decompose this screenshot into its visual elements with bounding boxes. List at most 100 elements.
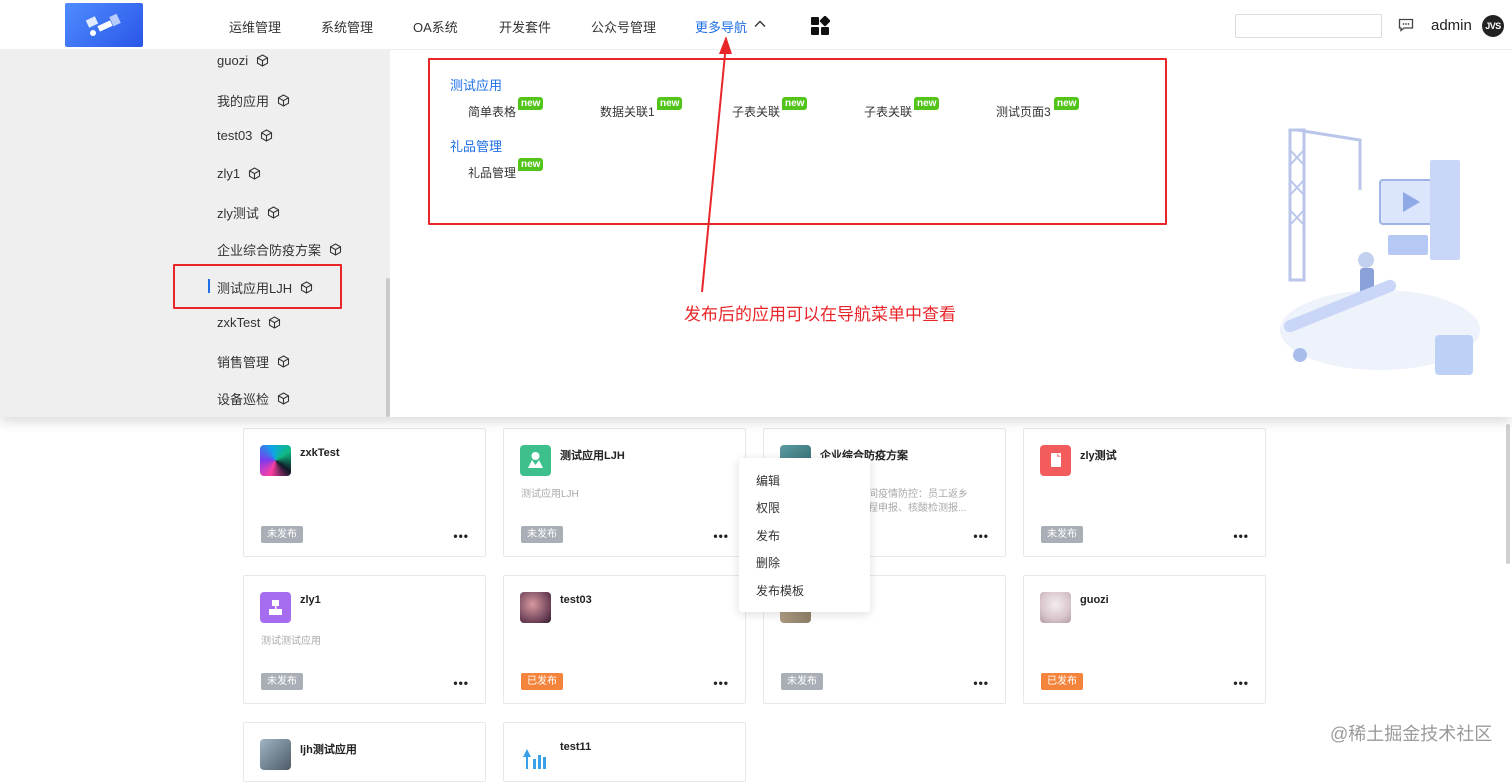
app-card[interactable]: zly测试 未发布 ••• [1023, 428, 1266, 557]
sidebar-item-zly1[interactable]: zly1 [217, 166, 261, 181]
more-icon[interactable]: ••• [973, 677, 989, 689]
sidebar-item-label: 销售管理 [217, 355, 270, 370]
app-link-subtable-relation-2[interactable]: 子表关联 [864, 103, 912, 120]
sidebar-scrollbar[interactable] [386, 278, 390, 417]
sidebar-item-my-apps[interactable]: 我的应用 [217, 91, 290, 110]
chevron-up-icon[interactable] [754, 18, 766, 30]
app-grid-icon[interactable] [810, 16, 830, 36]
nav-ops[interactable]: 运维管理 [229, 17, 281, 36]
status-badge: 未发布 [781, 673, 823, 690]
app-card-desc: 测试测试应用 [261, 636, 321, 647]
menu-item-publish[interactable]: 发布 [756, 527, 780, 544]
app-card[interactable]: ljh测试应用 [243, 722, 486, 782]
new-badge: new [914, 97, 940, 110]
cube-icon [249, 167, 261, 180]
nav-system[interactable]: 系统管理 [321, 17, 373, 36]
highlight-box-selected-app [173, 264, 342, 309]
app-card-title: zxkTest [300, 447, 340, 459]
app-thumbnail [1040, 592, 1071, 623]
menu-item-delete[interactable]: 删除 [756, 554, 780, 571]
more-icon[interactable]: ••• [973, 530, 989, 542]
new-badge: new [782, 97, 808, 110]
cube-icon [329, 243, 342, 256]
more-icon[interactable]: ••• [713, 677, 729, 689]
cube-icon [267, 206, 279, 219]
sidebar-item-guozi[interactable]: guozi [217, 53, 269, 68]
new-badge: new [1054, 97, 1080, 110]
app-link-test-page-3[interactable]: 测试页面3 [996, 103, 1051, 120]
annotation-arrow [701, 36, 732, 293]
cube-icon [257, 54, 269, 67]
app-icon [520, 739, 551, 770]
group-title-test-app: 测试应用 [450, 78, 503, 93]
app-card[interactable]: guozi 已发布 ••• [1023, 575, 1266, 704]
sidebar-item-label: zly1 [217, 166, 241, 181]
sidebar-item-zxktest[interactable]: zxkTest [217, 315, 281, 330]
cube-icon [277, 392, 290, 405]
search-input[interactable] [1235, 14, 1382, 38]
group-title-gift: 礼品管理 [450, 139, 503, 154]
app-card[interactable]: test11 [503, 722, 746, 782]
watermark: @稀土掘金技术社区 [1330, 724, 1493, 744]
nav-dev-kit[interactable]: 开发套件 [499, 17, 551, 36]
app-icon [1040, 445, 1071, 476]
app-link-simple-table[interactable]: 简单表格 [468, 103, 516, 120]
cube-icon [269, 316, 281, 329]
nav-oa[interactable]: OA系统 [413, 17, 458, 36]
app-card[interactable]: zly1 测试测试应用 未发布 ••• [243, 575, 486, 704]
menu-item-edit[interactable]: 编辑 [756, 472, 780, 489]
app-card-title: guozi [1080, 594, 1109, 606]
app-link-data-relation[interactable]: 数据关联1 [600, 103, 655, 120]
menu-item-publish-template[interactable]: 发布模板 [756, 582, 804, 599]
app-logo[interactable] [65, 3, 143, 47]
status-badge: 未发布 [261, 673, 303, 690]
sidebar-item-label: zxkTest [217, 315, 261, 330]
sidebar-item-test03[interactable]: test03 [217, 128, 273, 143]
more-icon[interactable]: ••• [453, 677, 469, 689]
app-card-desc: 期间疫情防控：员工返乡 [858, 489, 968, 500]
app-card-title: test11 [560, 741, 592, 753]
status-badge: 已发布 [1041, 673, 1083, 690]
menu-item-permission[interactable]: 权限 [756, 499, 780, 516]
app-card[interactable]: zxkTest 未发布 ••• [243, 428, 486, 557]
sidebar-item-label: 设备巡检 [217, 392, 270, 407]
app-card-title: zly1 [300, 594, 321, 606]
app-card-desc: 返程申报、核酸检测报... [858, 503, 967, 514]
status-badge: 已发布 [521, 673, 563, 690]
sidebar-item-zly-test[interactable]: zly测试 [217, 203, 280, 222]
card-context-menu: 编辑 权限 发布 删除 发布模板 [739, 458, 870, 612]
nav-official-account[interactable]: 公众号管理 [591, 17, 656, 36]
status-badge: 未发布 [1041, 526, 1083, 543]
sidebar-item-epidemic[interactable]: 企业综合防疫方案 [217, 240, 342, 259]
more-nav-dropdown: guozi 我的应用 test03 zly1 zly测试 企业综合防疫方案 测试… [0, 50, 1512, 417]
username[interactable]: admin [1431, 17, 1472, 34]
new-badge: new [657, 97, 683, 110]
cube-icon [277, 355, 290, 368]
app-card[interactable]: 测试应用LJH 测试应用LJH 未发布 ••• [503, 428, 746, 557]
app-card[interactable]: test03 已发布 ••• [503, 575, 746, 704]
message-icon[interactable] [1398, 18, 1414, 32]
app-icon [260, 592, 291, 623]
cube-icon [277, 94, 290, 107]
cube-icon [261, 129, 273, 142]
sidebar-item-label: guozi [217, 53, 249, 68]
status-badge: 未发布 [261, 526, 303, 543]
more-icon[interactable]: ••• [453, 530, 469, 542]
sidebar-item-inspection[interactable]: 设备巡检 [217, 389, 290, 408]
illustration-image [1280, 128, 1480, 375]
status-badge: 未发布 [521, 526, 563, 543]
sidebar-item-sales[interactable]: 销售管理 [217, 352, 290, 371]
top-header: 运维管理 系统管理 OA系统 开发套件 公众号管理 更多导航 admin JVS [0, 0, 1512, 50]
app-card-title: 测试应用LJH [560, 450, 625, 462]
more-icon[interactable]: ••• [713, 530, 729, 542]
new-badge: new [518, 158, 544, 171]
app-card-title: zly测试 [1080, 450, 1117, 462]
more-icon[interactable]: ••• [1233, 530, 1249, 542]
page-scrollbar[interactable] [1506, 424, 1510, 564]
more-icon[interactable]: ••• [1233, 677, 1249, 689]
sidebar-item-label: zly测试 [217, 206, 259, 221]
app-thumbnail [520, 592, 551, 623]
avatar[interactable]: JVS [1482, 15, 1504, 37]
app-link-gift-management[interactable]: 礼品管理 [468, 164, 516, 181]
highlight-box-app-menu [428, 58, 1167, 225]
